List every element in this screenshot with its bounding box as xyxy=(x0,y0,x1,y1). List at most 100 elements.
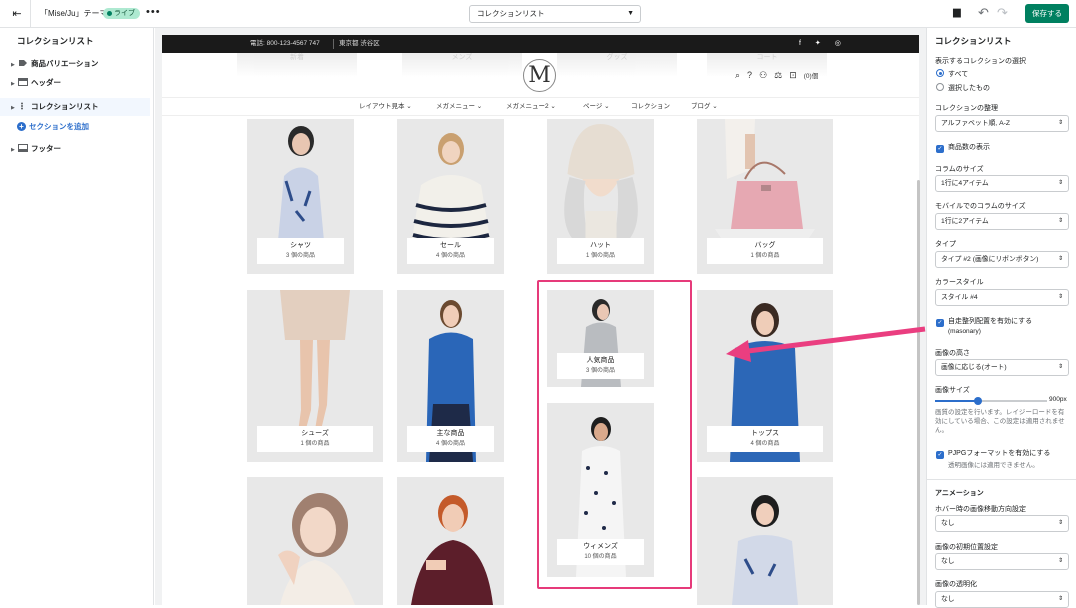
collection-title: トップス xyxy=(751,430,779,437)
announce-divider xyxy=(333,39,334,49)
column-size-select[interactable]: 1行に4アイテム ⇕ xyxy=(935,175,1069,192)
collection-card-partial[interactable] xyxy=(697,477,833,605)
header-layout-icon xyxy=(18,75,28,86)
radio-selected[interactable]: 選択したもの xyxy=(936,83,990,94)
mobile-column-select[interactable]: 1行に2アイテム ⇕ xyxy=(935,213,1069,230)
checkbox-checked-icon[interactable]: ✓ xyxy=(936,319,944,327)
slider-fill xyxy=(935,400,978,402)
nav-item-mega[interactable]: メガメニュー ⌄ xyxy=(436,98,482,116)
collection-card[interactable]: シャツ 3 個の商品 xyxy=(247,119,354,274)
settings-panel: コレクションリスト 表示するコレクションの選択 すべて 選択したもの コレクショ… xyxy=(926,28,1076,608)
collection-count: 4 個の商品 xyxy=(750,441,780,447)
sidebar-item-footer[interactable]: ▶ フッター xyxy=(0,140,150,158)
radio-off-icon[interactable] xyxy=(936,83,944,91)
pjpg-checkbox[interactable]: ✓ PJPGフォーマットを有効にする xyxy=(936,449,1050,459)
collection-card-partial[interactable] xyxy=(397,477,504,605)
image-height-label: 画像の高さ xyxy=(935,350,970,357)
initial-pos-select[interactable]: なし ⇕ xyxy=(935,553,1069,570)
collection-title: シューズ xyxy=(301,430,329,437)
main-nav: レイアウト見本 ⌄ メガメニュー ⌄ メガメニュー2 ⌄ ページ ⌄ コレクショ… xyxy=(162,97,919,116)
checkbox-checked-icon[interactable]: ✓ xyxy=(936,145,944,153)
nav-item-pages[interactable]: ページ ⌄ xyxy=(583,98,610,116)
collection-label: バッグ 1 個の商品 xyxy=(707,238,823,264)
collection-label: セール 4 個の商品 xyxy=(407,238,494,264)
image-size-slider[interactable] xyxy=(935,397,1047,405)
nav-item-blog[interactable]: ブログ ⌄ xyxy=(691,98,718,116)
header-ghost-item: メンズ xyxy=(402,53,522,77)
collection-image xyxy=(410,495,493,605)
preview-scrollbar[interactable] xyxy=(917,180,920,605)
help-icon[interactable]: ? xyxy=(747,70,759,80)
collection-card[interactable]: シューズ 1 個の商品 xyxy=(247,290,383,462)
collection-card[interactable]: ハット 1 個の商品 xyxy=(547,119,654,274)
expand-icon[interactable]: ▶ xyxy=(11,75,17,93)
collection-card[interactable]: セール 4 個の商品 xyxy=(397,119,504,274)
select-arrows-icon: ⇕ xyxy=(1057,520,1063,526)
sidebar-item-variations[interactable]: ▶ 商品バリエーション xyxy=(0,55,150,73)
collection-select-label: 表示するコレクションの選択 xyxy=(935,58,1026,65)
desktop-view-icon[interactable]: ▆ xyxy=(953,7,961,18)
select-arrows-icon: ⇕ xyxy=(1057,180,1063,186)
compare-icon[interactable]: ⚖ xyxy=(774,70,789,80)
opacity-select[interactable]: なし ⇕ xyxy=(935,591,1069,608)
select-arrows-icon: ⇕ xyxy=(1057,120,1063,126)
account-icon[interactable]: ⚇ xyxy=(759,70,774,80)
expand-icon[interactable]: ▶ xyxy=(11,99,17,117)
annotation-highlight-masonry-column xyxy=(537,280,692,589)
expand-icon[interactable]: ▶ xyxy=(11,141,17,159)
editor-topbar: ⇤ 「Mise/Ju」テーマ ライブ ••• コレクションリスト ▼ ▆ ↶ ↷… xyxy=(0,0,1076,28)
store-logo[interactable]: M xyxy=(523,59,556,92)
collection-count: 4 個の商品 xyxy=(435,441,465,447)
theme-name: 「Mise/Ju」テーマ xyxy=(40,9,108,18)
collection-label: ハット 1 個の商品 xyxy=(557,238,644,264)
tag-icon xyxy=(18,56,28,66)
page-selector[interactable]: コレクションリスト ▼ xyxy=(469,5,641,23)
collection-image xyxy=(732,495,798,605)
redo-icon[interactable]: ↷ xyxy=(997,5,1008,21)
color-style-select[interactable]: スタイル #4 ⇕ xyxy=(935,289,1069,306)
image-height-value: 画像に応じる(オート) xyxy=(941,364,1007,371)
radio-on-icon[interactable] xyxy=(936,69,944,77)
show-count-checkbox[interactable]: ✓ 商品数の表示 xyxy=(936,143,990,153)
add-section-label: セクションを追加 xyxy=(29,122,89,131)
image-height-select[interactable]: 画像に応じる(オート) ⇕ xyxy=(935,359,1069,376)
collection-label: シューズ 1 個の商品 xyxy=(257,426,373,452)
slider-handle[interactable] xyxy=(973,397,982,405)
collection-card[interactable]: 主な商品 4 個の商品 xyxy=(397,290,504,462)
nav-item-mega2[interactable]: メガメニュー2 ⌄ xyxy=(506,98,556,116)
masonry-checkbox[interactable]: ✓ 自走整列配置を有効にする xyxy=(936,317,1032,327)
sidebar-item-header[interactable]: ▶ ヘッダー xyxy=(0,74,150,92)
mobile-column-value: 1行に2アイテム xyxy=(941,218,989,225)
social-icons[interactable]: f ✦ ◎ xyxy=(799,35,847,53)
cart-icon[interactable]: ⊡ xyxy=(789,70,804,80)
collection-title: 主な商品 xyxy=(436,430,465,437)
cart-count[interactable]: (0)個 xyxy=(804,73,818,80)
expand-icon[interactable]: ▶ xyxy=(11,56,17,74)
sections-sidebar: コレクションリスト ▶ 商品バリエーション ▶ ヘッダー ▶ コレクションリスト + セ… xyxy=(0,28,154,605)
sort-select[interactable]: アルファベット順, A-Z ⇕ xyxy=(935,115,1069,132)
exit-icon[interactable]: ⇤ xyxy=(10,7,24,21)
nav-item-collection[interactable]: コレクション xyxy=(631,98,670,116)
collection-card[interactable]: トップス 4 個の商品 xyxy=(697,290,833,462)
undo-icon[interactable]: ↶ xyxy=(978,5,989,21)
collection-image xyxy=(277,126,324,241)
hover-select[interactable]: なし ⇕ xyxy=(935,515,1069,532)
pjpg-label: PJPGフォーマットを有効にする xyxy=(948,450,1051,457)
search-icon[interactable]: ⌕ xyxy=(735,70,747,80)
save-button[interactable]: 保存する xyxy=(1025,4,1069,23)
more-actions-button[interactable]: ••• xyxy=(146,6,161,18)
add-section-button[interactable]: + セクションを追加 xyxy=(17,121,89,133)
collection-card[interactable]: バッグ 1 個の商品 xyxy=(697,119,833,274)
checkbox-checked-icon[interactable]: ✓ xyxy=(936,451,944,459)
collection-card-partial[interactable] xyxy=(247,477,383,605)
hover-label: ホバー時の画像移動方向設定 xyxy=(935,506,1026,513)
type-select[interactable]: タイプ #2 (画像にリボンボタン) ⇕ xyxy=(935,251,1069,268)
drag-handle-icon[interactable] xyxy=(18,99,28,110)
collection-label: トップス 4 個の商品 xyxy=(707,426,823,452)
header-ghost-item: グッズ xyxy=(557,53,677,77)
radio-all[interactable]: すべて xyxy=(936,69,968,80)
page-selector-value: コレクションリスト xyxy=(477,9,545,18)
live-badge: ライブ xyxy=(103,8,140,19)
sidebar-item-collection-list[interactable]: ▶ コレクションリスト xyxy=(0,98,150,116)
nav-item-layout[interactable]: レイアウト見本 ⌄ xyxy=(359,98,412,116)
